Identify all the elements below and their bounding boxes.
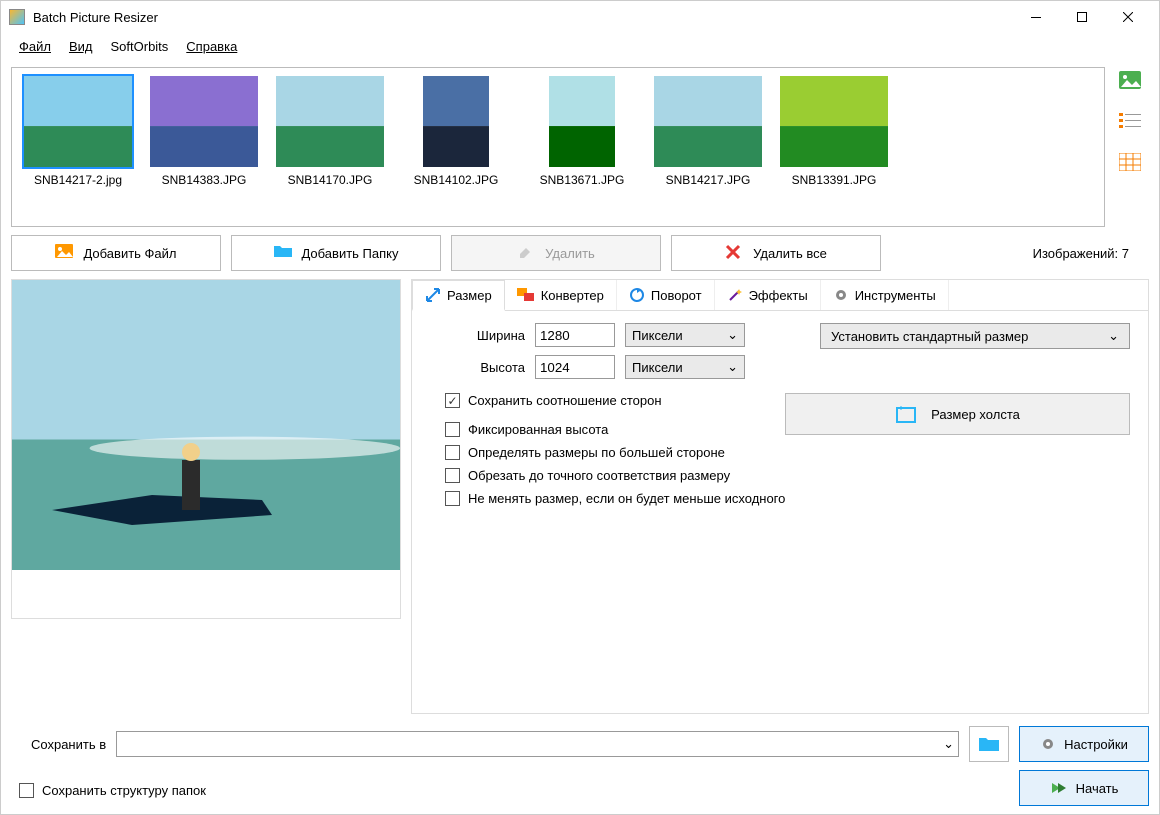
- add-folder-label: Добавить Папку: [301, 246, 398, 261]
- close-button[interactable]: [1105, 2, 1151, 32]
- chevron-down-icon: ⌄: [943, 736, 954, 752]
- chevron-down-icon: ⌄: [727, 359, 738, 375]
- preview-pane: [11, 279, 401, 619]
- thumbnail-image: [274, 74, 386, 169]
- settings-button[interactable]: Настройки: [1019, 726, 1149, 762]
- converter-icon: [517, 288, 535, 302]
- thumbnail-label: SNB14102.JPG: [414, 173, 499, 187]
- thumbnail-label: SNB14217-2.jpg: [34, 173, 122, 187]
- menu-view[interactable]: Вид: [61, 35, 101, 58]
- thumbnail-label: SNB14383.JPG: [162, 173, 247, 187]
- thumbnail-area[interactable]: SNB14217-2.jpg SNB14383.JPG SNB14170.JPG SN…: [11, 67, 1105, 227]
- menubar: Файл Вид SoftOrbits Справка: [1, 33, 1159, 59]
- minimize-button[interactable]: [1013, 2, 1059, 32]
- thumbnail-item[interactable]: SNB13671.JPG: [522, 74, 642, 220]
- save-to-input[interactable]: ⌄: [116, 731, 959, 757]
- tab-size[interactable]: Размер: [412, 280, 505, 311]
- view-grid-icon[interactable]: [1119, 153, 1141, 171]
- add-file-button[interactable]: Добавить Файл: [11, 235, 221, 271]
- thumbnail-label: SNB14170.JPG: [288, 173, 373, 187]
- app-icon: [9, 9, 25, 25]
- tab-converter[interactable]: Конвертер: [505, 280, 617, 310]
- thumbnail-image: [778, 74, 890, 169]
- preview-image: [12, 280, 400, 570]
- thumbnail-label: SNB13391.JPG: [792, 173, 877, 187]
- play-icon: [1050, 781, 1068, 795]
- canvas-size-button[interactable]: Размер холста: [785, 393, 1130, 435]
- keep-structure-checkbox[interactable]: Сохранить структуру папок: [19, 774, 206, 806]
- delete-button: Удалить: [451, 235, 661, 271]
- width-input[interactable]: [535, 323, 615, 347]
- rotate-icon: [629, 287, 645, 303]
- thumbnail-item[interactable]: SNB14217.JPG: [648, 74, 768, 220]
- thumbnail-image: [22, 74, 134, 169]
- add-folder-button[interactable]: Добавить Папку: [231, 235, 441, 271]
- tab-effects[interactable]: Эффекты: [715, 280, 821, 310]
- chevron-down-icon: ⌄: [1108, 328, 1119, 344]
- width-label: Ширина: [430, 328, 525, 343]
- thumbnail-label: SNB14217.JPG: [666, 173, 751, 187]
- height-unit-select[interactable]: Пиксели⌄: [625, 355, 745, 379]
- window-title: Batch Picture Resizer: [33, 10, 1013, 25]
- start-button[interactable]: Начать: [1019, 770, 1149, 806]
- image-icon: [55, 244, 73, 262]
- no-resize-smaller-checkbox[interactable]: Не менять размер, если он будет меньше и…: [445, 491, 1130, 506]
- menu-file[interactable]: Файл: [11, 35, 59, 58]
- delete-all-label: Удалить все: [753, 246, 827, 261]
- chevron-down-icon: ⌄: [727, 327, 738, 343]
- add-file-label: Добавить Файл: [83, 246, 176, 261]
- wand-icon: [727, 287, 743, 303]
- height-input[interactable]: [535, 355, 615, 379]
- delete-label: Удалить: [545, 246, 595, 261]
- thumbnail-item[interactable]: SNB14170.JPG: [270, 74, 390, 220]
- canvas-icon: [895, 404, 917, 424]
- view-list-icon[interactable]: [1119, 113, 1141, 129]
- browse-folder-button[interactable]: [969, 726, 1009, 762]
- menu-softorbits[interactable]: SoftOrbits: [103, 35, 177, 58]
- thumbnail-image: [547, 74, 617, 169]
- width-unit-select[interactable]: Пиксели⌄: [625, 323, 745, 347]
- thumbnail-image: [148, 74, 260, 169]
- thumbnail-item[interactable]: SNB14102.JPG: [396, 74, 516, 220]
- view-thumbnails-icon[interactable]: [1119, 71, 1141, 89]
- crop-exact-checkbox[interactable]: Обрезать до точного соответствия размеру: [445, 468, 1130, 483]
- thumbnail-label: SNB13671.JPG: [540, 173, 625, 187]
- folder-icon: [273, 244, 291, 262]
- thumbnail-item[interactable]: SNB13391.JPG: [774, 74, 894, 220]
- eraser-icon: [517, 244, 535, 262]
- image-count: Изображений: 7: [1033, 246, 1129, 261]
- gear-icon: [1040, 736, 1056, 752]
- close-icon: [725, 244, 743, 262]
- gear-icon: [833, 287, 849, 303]
- delete-all-button[interactable]: Удалить все: [671, 235, 881, 271]
- thumbnail-item[interactable]: SNB14217-2.jpg: [18, 74, 138, 220]
- save-to-label: Сохранить в: [31, 737, 106, 752]
- detect-larger-checkbox[interactable]: Определять размеры по большей стороне: [445, 445, 1130, 460]
- height-label: Высота: [430, 360, 525, 375]
- standard-size-select[interactable]: Установить стандартный размер⌄: [820, 323, 1130, 349]
- resize-icon: [425, 287, 441, 303]
- maximize-button[interactable]: [1059, 2, 1105, 32]
- tab-tools[interactable]: Инструменты: [821, 280, 949, 310]
- keep-ratio-checkbox[interactable]: Сохранить соотношение сторон: [445, 393, 662, 408]
- thumbnail-item[interactable]: SNB14383.JPG: [144, 74, 264, 220]
- tab-rotate[interactable]: Поворот: [617, 280, 715, 310]
- fixed-height-checkbox[interactable]: Фиксированная высота: [445, 422, 662, 437]
- thumbnail-image: [421, 74, 491, 169]
- tabbar: Размер Конвертер Поворот Эффекты: [412, 280, 1148, 311]
- thumbnail-image: [652, 74, 764, 169]
- menu-help[interactable]: Справка: [178, 35, 245, 58]
- titlebar: Batch Picture Resizer: [1, 1, 1159, 33]
